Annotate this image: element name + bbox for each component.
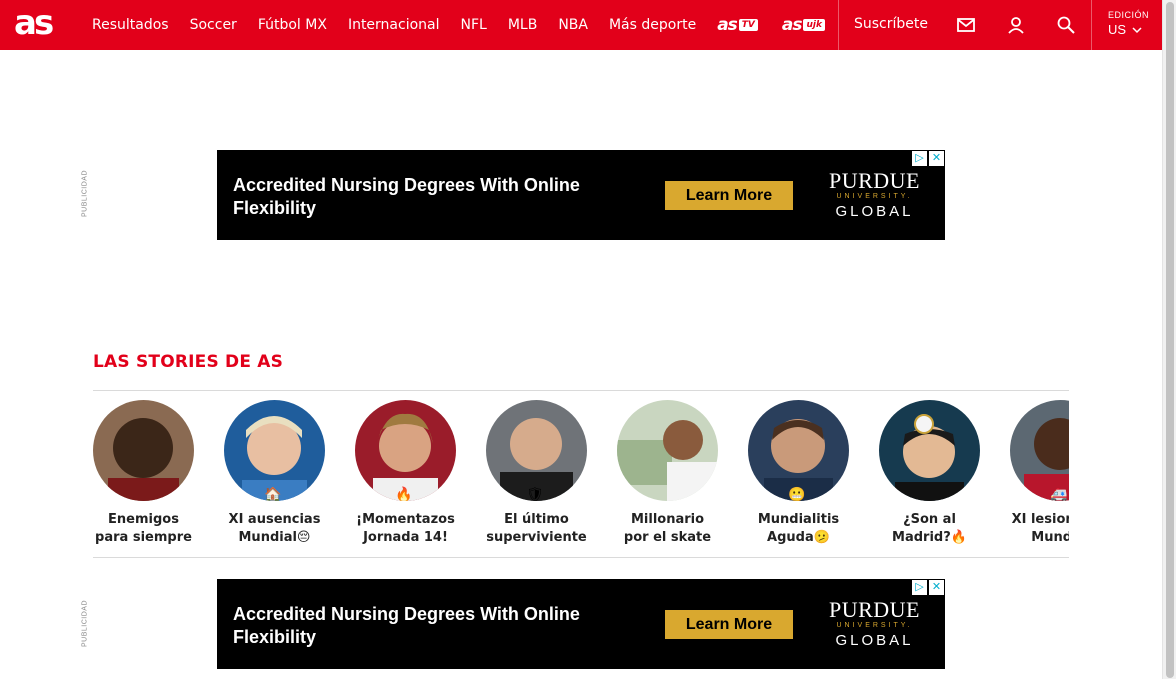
subscribe-link[interactable]: Suscríbete (854, 16, 928, 32)
ad-brand-top: PURDUE (828, 597, 920, 622)
ad-brand-bottom: GLOBAL (835, 632, 914, 649)
nav-item-soccer[interactable]: Soccer (190, 17, 237, 33)
close-icon[interactable]: ✕ (929, 580, 944, 595)
ad-learn-more-button[interactable]: Learn More (665, 181, 793, 210)
story-title: Mundialitis Aguda🫤 (757, 512, 840, 545)
header-divider (838, 0, 839, 50)
nav-item-nfl[interactable]: NFL (461, 17, 487, 33)
ad-brand-mid: UNIVERSITY. (836, 193, 913, 200)
as-tv-name: as (717, 15, 738, 35)
ad-brand-bottom: GLOBAL (835, 203, 914, 220)
ad-learn-more-button[interactable]: Learn More (665, 610, 793, 639)
ad-label: PUBLICIDAD (81, 600, 89, 648)
edition-selector[interactable]: EDICIÓN US (1108, 10, 1149, 37)
story-item[interactable]: Millonario por el skate (617, 400, 718, 547)
story-avatar (617, 400, 718, 501)
story-title: ¿Son al Madrid?🔥 (892, 512, 967, 545)
adchoices-icon[interactable]: ▷ (912, 151, 927, 166)
story-avatar: 🚑 (1010, 400, 1069, 501)
story-item[interactable]: 😬 Mundialitis Aguda🫤 (748, 400, 849, 547)
edition-value: US (1108, 22, 1127, 37)
stories-section-title[interactable]: LAS STORIES DE AS (93, 352, 283, 372)
story-title: XI lesionados Mundial (1011, 512, 1069, 545)
story-title: Enemigos para siempre (95, 512, 192, 545)
ad-banner[interactable]: Accredited Nursing Degrees With Online F… (217, 579, 945, 669)
user-icon[interactable] (1006, 15, 1026, 35)
story-avatar (879, 400, 980, 501)
nav-item-mlb[interactable]: MLB (508, 17, 537, 33)
nav-item-mas-deporte[interactable]: Más deporte (609, 17, 696, 33)
story-badge: 🏠 (264, 486, 282, 501)
story-title: El último superviviente (486, 512, 587, 545)
nav-item-internacional[interactable]: Internacional (348, 17, 440, 33)
ad-brand-top: PURDUE (828, 168, 920, 193)
nav-item-futbol-mx[interactable]: Fútbol MX (258, 17, 327, 33)
as-tv-tag: TV (738, 19, 758, 31)
ad-banner[interactable]: Accredited Nursing Degrees With Online F… (217, 150, 945, 240)
adchoices-icon[interactable]: ▷ (912, 580, 927, 595)
story-item[interactable]: 🔥 ¡Momentazos Jornada 14! (355, 400, 456, 547)
ad-choices[interactable]: ▷ ✕ (912, 580, 944, 595)
as-tv-link[interactable]: as TV (717, 15, 758, 35)
header-divider-2 (1091, 0, 1092, 50)
vertical-scrollbar[interactable] (1162, 0, 1176, 679)
story-item[interactable]: Enemigos para siempre (93, 400, 194, 547)
as-logo[interactable]: as (14, 6, 64, 42)
divider (93, 557, 1069, 558)
ad-headline: Accredited Nursing Degrees With Online F… (233, 604, 580, 647)
story-item[interactable]: 🛡 El último superviviente (486, 400, 587, 547)
story-item[interactable]: 🏠 XI ausencias Mundial😔 (224, 400, 325, 547)
chevron-down-icon (1132, 22, 1142, 37)
story-title: XI ausencias Mundial😔 (228, 512, 321, 545)
as-ujk-tag: ujk (803, 19, 825, 31)
stories-carousel: Enemigos para siempre 🏠 XI ausencias Mun… (93, 400, 1069, 550)
ad-label: PUBLICIDAD (81, 170, 89, 218)
ad-headline: Accredited Nursing Degrees With Online F… (233, 175, 580, 218)
close-icon[interactable]: ✕ (929, 151, 944, 166)
as-ujk-link[interactable]: as ujk (782, 15, 825, 35)
story-avatar: 🛡 (486, 400, 587, 501)
story-avatar: 😬 (748, 400, 849, 501)
edition-label: EDICIÓN (1108, 10, 1150, 20)
search-icon[interactable] (1056, 15, 1076, 35)
story-avatar (93, 400, 194, 501)
as-ujk-name: as (781, 15, 803, 35)
story-title: Millonario por el skate (623, 512, 712, 545)
ad-brand-mid: UNIVERSITY. (836, 622, 913, 629)
purdue-logo: PURDUE UNIVERSITY. GLOBAL (817, 168, 932, 221)
main-nav: Resultados Soccer Fútbol MX Internaciona… (92, 0, 849, 50)
top-navigation-bar: as Resultados Soccer Fútbol MX Internaci… (0, 0, 1162, 50)
mail-icon[interactable] (956, 15, 976, 35)
story-title: ¡Momentazos Jornada 14! (356, 512, 455, 545)
story-avatar: 🏠 (224, 400, 325, 501)
story-badge: 🔥 (395, 486, 413, 501)
divider (93, 390, 1069, 391)
nav-item-resultados[interactable]: Resultados (92, 17, 169, 33)
ad-choices[interactable]: ▷ ✕ (912, 151, 944, 166)
scrollbar-thumb[interactable] (1166, 2, 1174, 678)
story-badge: 🛡 (526, 486, 544, 501)
page: as Resultados Soccer Fútbol MX Internaci… (0, 0, 1176, 679)
story-item[interactable]: 🚑 XI lesionados Mundial (1010, 400, 1069, 547)
nav-item-nba[interactable]: NBA (558, 17, 588, 33)
story-badge: 🚑 (1050, 486, 1068, 501)
story-item[interactable]: ¿Son al Madrid?🔥 (879, 400, 980, 547)
story-avatar: 🔥 (355, 400, 456, 501)
purdue-logo: PURDUE UNIVERSITY. GLOBAL (817, 597, 932, 650)
story-badge: 😬 (788, 486, 806, 501)
